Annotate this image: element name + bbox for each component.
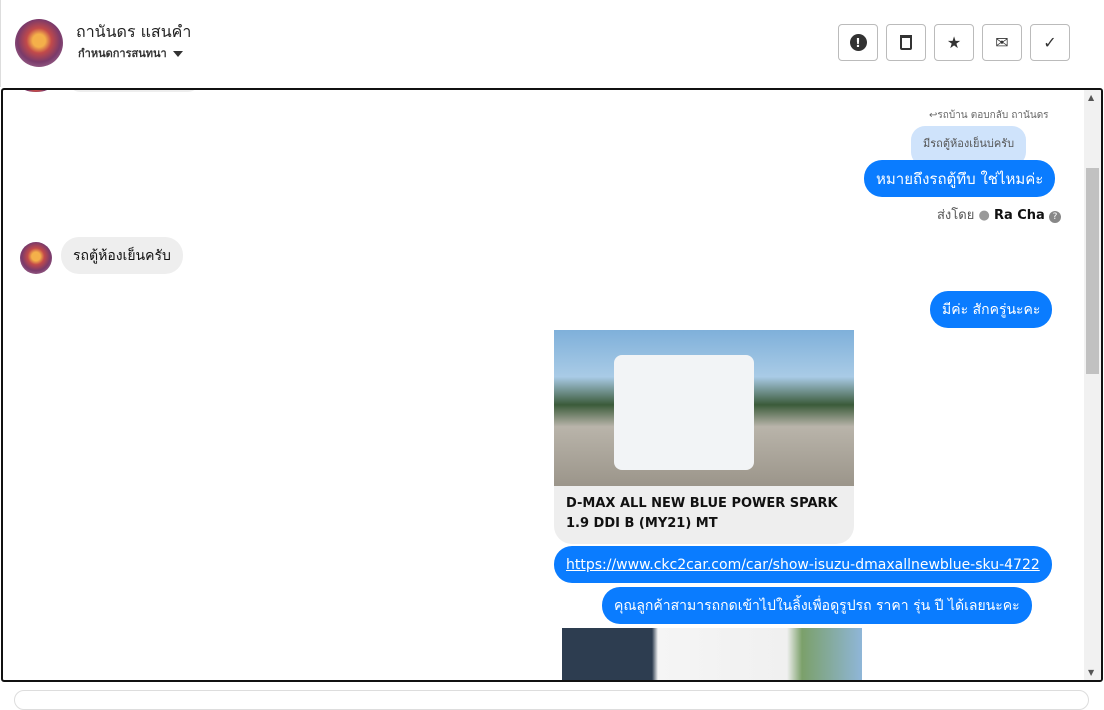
caret-down-icon — [172, 51, 183, 57]
scrollbar-thumb[interactable] — [1086, 168, 1099, 374]
reply-label-text: รถบ้าน ตอบกลับ ถานันดร — [937, 110, 1049, 121]
contact-name: ถานันดร แสนคำ — [76, 22, 192, 41]
conversation-settings-label: กำหนดการสนทนา — [78, 47, 167, 60]
message-thread[interactable]: ↩รถบ้าน ตอบกลับ ถานันดร มีรถตู้ห้องเย็นบ… — [1, 88, 1103, 682]
reply-label: ↩รถบ้าน ตอบกลับ ถานันดร — [929, 110, 1049, 121]
sent-by-name: Ra Cha — [993, 208, 1045, 223]
contact-avatar — [20, 242, 52, 274]
sent-by-label: ส่งโดย — [937, 208, 975, 223]
product-title: D-MAX ALL NEW BLUE POWER SPARK 1.9 DDI B… — [566, 496, 838, 531]
verified-icon: ● — [978, 208, 990, 223]
trash-icon — [900, 35, 912, 50]
mark-done-button[interactable]: ✓ — [1030, 24, 1070, 61]
conversation-header: ถานันดร แสนคำ กำหนดการสนทนา ! ★ ✉ ✓ — [0, 0, 1104, 87]
scrollbar[interactable]: ▲ ▼ — [1084, 90, 1101, 680]
mail-button[interactable]: ✉ — [982, 24, 1022, 61]
help-icon[interactable]: ? — [1048, 211, 1061, 223]
message-bubble: คุณลูกค้าสามารถกดเข้าไปในลิ้งเพื่อดูรูปร… — [602, 587, 1032, 624]
sent-by: ส่งโดย ● Ra Cha ? — [937, 204, 1061, 225]
message-bubble-partial — [69, 90, 199, 92]
message-bubble: หมายถึงรถตู้ทึบ ใช่ไหมค่ะ — [864, 160, 1055, 197]
message-bubble: มีค่ะ สักครู่นะคะ — [930, 291, 1053, 328]
contact-avatar-partial — [20, 90, 52, 92]
scroll-down-icon[interactable]: ▼ — [1088, 668, 1094, 677]
product-image — [562, 628, 862, 680]
star-button[interactable]: ★ — [934, 24, 974, 61]
product-card[interactable]: D-MAX ALL NEW BLUE POWER SPARK 1.9 DDI B… — [554, 330, 854, 544]
contact-avatar[interactable] — [15, 19, 63, 67]
alert-icon: ! — [849, 34, 867, 51]
star-icon: ★ — [946, 33, 962, 52]
link-bubble[interactable]: https://www.ckc2car.com/car/show-isuzu-d… — [554, 546, 1052, 583]
report-button[interactable]: ! — [838, 24, 878, 61]
mail-icon: ✉ — [995, 33, 1009, 52]
scroll-up-icon[interactable]: ▲ — [1088, 93, 1094, 102]
message-composer[interactable] — [14, 690, 1089, 710]
conversation-settings-dropdown[interactable]: กำหนดการสนทนา — [78, 44, 183, 62]
product-image — [554, 330, 854, 486]
check-icon: ✓ — [1043, 33, 1057, 52]
delete-button[interactable] — [886, 24, 926, 61]
message-bubble: รถตู้ห้องเย็นครับ — [61, 237, 183, 274]
